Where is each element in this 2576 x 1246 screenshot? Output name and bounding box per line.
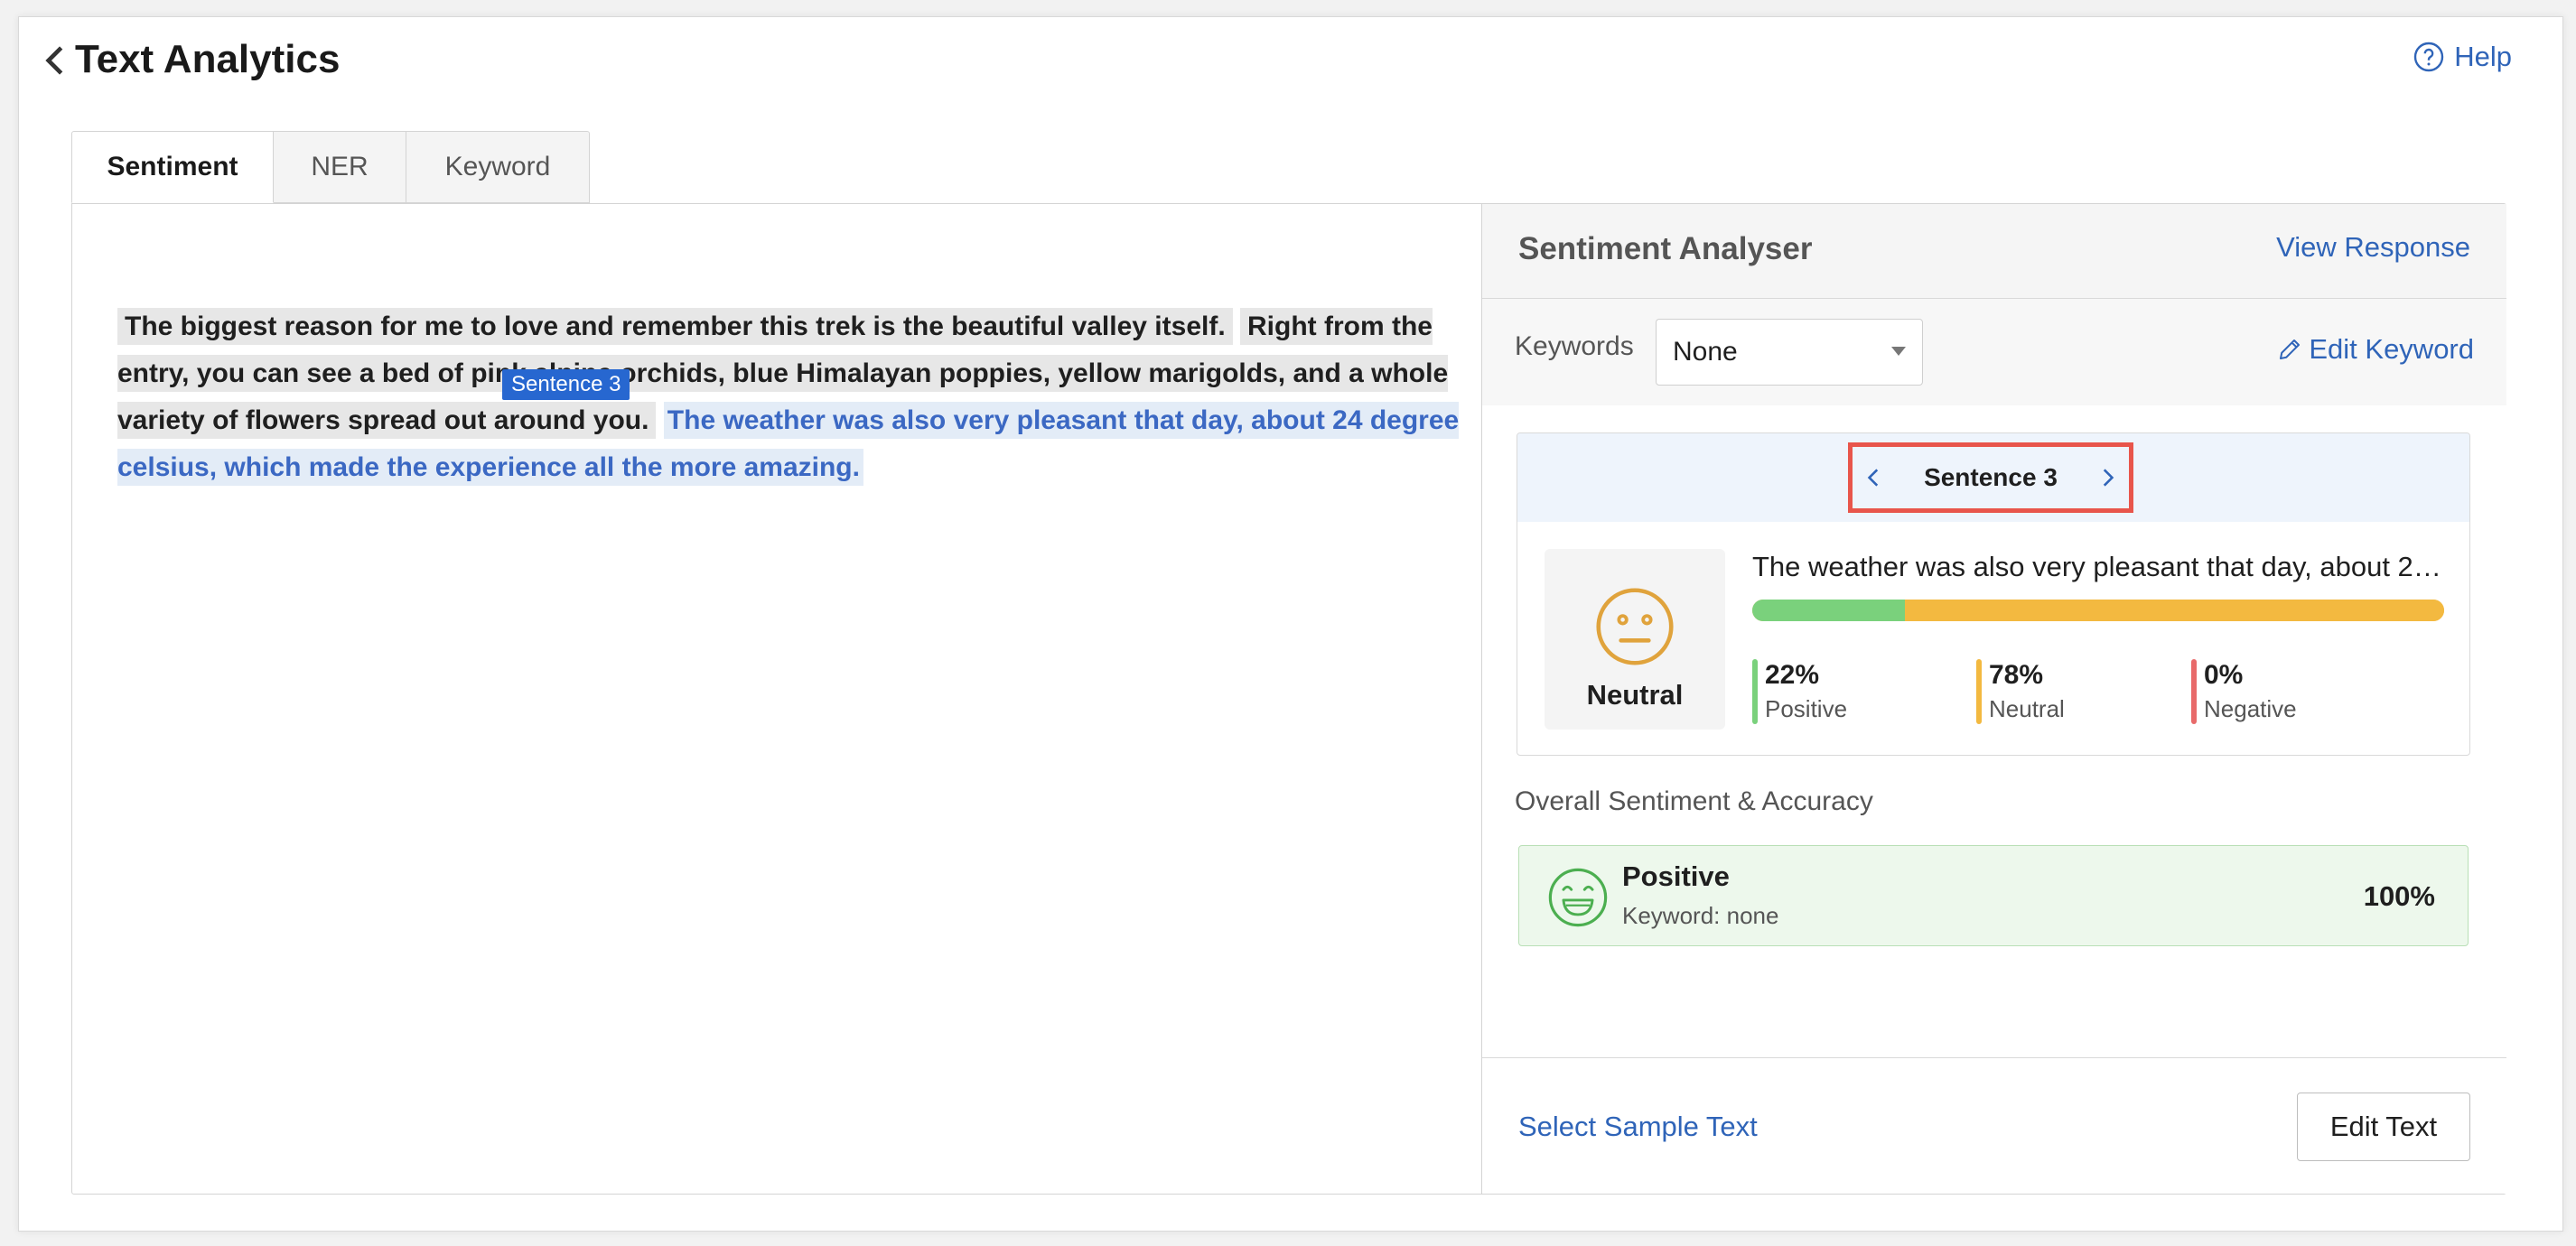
positive-caption: Positive — [1765, 695, 1848, 722]
keywords-select[interactable]: None — [1656, 319, 1923, 386]
view-response-link[interactable]: View Response — [2276, 231, 2470, 264]
sentence-1[interactable]: The biggest reason for me to love and re… — [117, 308, 1233, 345]
sentence-card: Sentence 3 Neutral The weather was also … — [1517, 432, 2470, 756]
analyzed-text: The biggest reason for me to love and re… — [117, 303, 1463, 491]
analyser-header: Sentiment Analyser View Response — [1482, 204, 2506, 299]
edit-text-button[interactable]: Edit Text — [2297, 1093, 2470, 1161]
neutral-face-icon — [1596, 588, 1674, 665]
keywords-label: Keywords — [1515, 331, 1634, 361]
app-window: Text Analytics Help Sentiment NER Keywor… — [18, 16, 2563, 1232]
tab-content: Sentence 3 The biggest reason for me to … — [71, 203, 2506, 1195]
sentence-navigator: Sentence 3 — [1848, 442, 2133, 513]
positive-bar-segment — [1752, 600, 1905, 621]
sentiment-score-bar — [1752, 600, 2444, 621]
chevron-left-icon — [1867, 469, 1879, 487]
select-sample-text-link[interactable]: Select Sample Text — [1518, 1111, 1758, 1143]
input-text-pane: Sentence 3 The biggest reason for me to … — [72, 204, 1481, 1194]
positive-pct: 22% — [1765, 660, 1820, 690]
overall-keyword: Keyword: none — [1622, 902, 1779, 929]
caret-down-icon — [1891, 347, 1906, 356]
overall-sentiment-title: Overall Sentiment & Accuracy — [1515, 786, 1873, 816]
negative-pct: 0% — [2204, 660, 2244, 690]
neutral-score: 78% Neutral — [1976, 659, 2065, 726]
analysis-tabs: Sentiment NER Keyword — [71, 131, 590, 203]
previous-sentence-button[interactable] — [1853, 451, 1896, 505]
page-header: Text Analytics Help — [19, 17, 2562, 116]
positive-indicator — [1752, 659, 1758, 724]
neutral-caption: Neutral — [1989, 695, 2065, 722]
positive-score: 22% Positive — [1752, 659, 1847, 726]
selected-sentence-tag: Sentence 3 — [502, 369, 630, 400]
sentence-mood-label: Neutral — [1586, 679, 1684, 711]
neutral-indicator — [1976, 659, 1982, 724]
help-link[interactable]: Help — [2413, 41, 2512, 73]
overall-accuracy: 100% — [2363, 880, 2435, 912]
chevron-right-icon — [2103, 469, 2114, 487]
sentence-mood-box: Neutral — [1545, 549, 1725, 730]
sentiment-analyser-panel: Sentiment Analyser View Response Keyword… — [1481, 204, 2506, 1194]
page-title: Text Analytics — [75, 37, 341, 81]
sentence-preview: The weather was also very pleasant that … — [1752, 551, 2448, 582]
analyser-title: Sentiment Analyser — [1518, 231, 1813, 266]
neutral-pct: 78% — [1989, 660, 2044, 690]
sentence-nav-bar: Sentence 3 — [1517, 433, 2469, 522]
neutral-bar-segment — [1904, 600, 2444, 621]
pencil-icon — [2280, 339, 2301, 359]
help-label: Help — [2454, 41, 2512, 72]
negative-score: 0% Negative — [2191, 659, 2297, 726]
keywords-row: Keywords None Edit Keyword — [1482, 299, 2506, 405]
tab-sentiment[interactable]: Sentiment — [71, 131, 274, 203]
edit-keyword-label: Edit Keyword — [2309, 333, 2474, 365]
keywords-select-value: None — [1673, 337, 1738, 367]
next-sentence-button[interactable] — [2086, 451, 2129, 505]
tab-keyword[interactable]: Keyword — [406, 131, 590, 203]
happy-face-icon — [1548, 868, 1608, 927]
negative-indicator — [2191, 659, 2197, 724]
overall-sentiment-label: Positive — [1622, 860, 1730, 892]
negative-caption: Negative — [2204, 695, 2297, 722]
edit-keyword-link[interactable]: Edit Keyword — [2276, 333, 2474, 366]
tab-ner[interactable]: NER — [274, 131, 406, 203]
help-icon — [2414, 42, 2444, 72]
analyser-footer: Select Sample Text Edit Text — [1482, 1057, 2506, 1194]
overall-sentiment-card: Positive Keyword: none 100% — [1518, 845, 2469, 946]
sentence-nav-label: Sentence 3 — [1924, 463, 2058, 491]
